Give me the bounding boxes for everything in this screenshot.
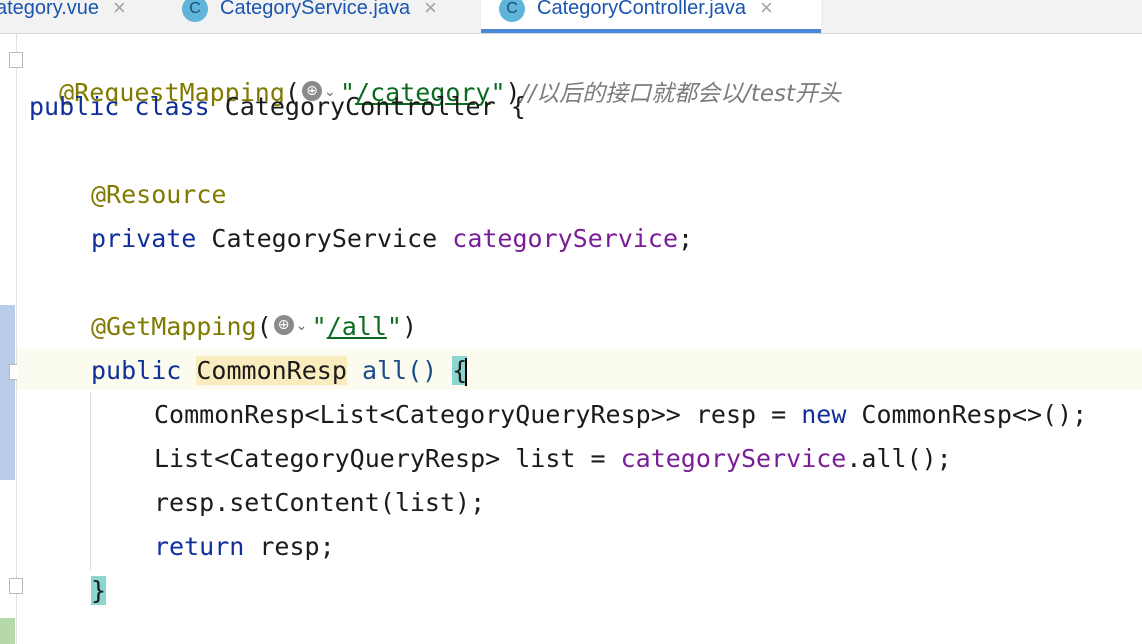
class-name: CategoryController: [224, 92, 496, 121]
paren: ): [401, 312, 418, 341]
type-name: CommonResp: [196, 356, 347, 385]
code-line-5[interactable]: private CategoryService categoryService;: [91, 224, 693, 254]
code-line-8[interactable]: public CommonResp all() {: [91, 356, 468, 386]
brace: {: [510, 92, 526, 121]
code-line-13[interactable]: }: [91, 576, 107, 606]
code-text: CommonResp<>();: [846, 400, 1088, 429]
code-line-10[interactable]: List<CategoryQueryResp> list = categoryS…: [154, 444, 952, 474]
indent-guide: [90, 392, 91, 570]
type-name: CategoryService: [211, 224, 438, 253]
code-line-7[interactable]: @GetMapping(⊕ ⌄ "/all"): [91, 312, 417, 342]
globe-icon: ⊕: [273, 315, 294, 335]
vcs-change-marker[interactable]: [0, 618, 15, 644]
tab-label: CategoryService.java: [220, 0, 411, 19]
tab-category-service[interactable]: C CategoryService.java ×: [168, 0, 478, 33]
fold-icon[interactable]: [9, 52, 23, 68]
tab-category-vue[interactable]: ategory.vue ×: [0, 0, 165, 33]
globe-icon[interactable]: ⊕ ⌄: [272, 313, 312, 339]
keyword: public: [29, 92, 120, 121]
semicolon: ;: [678, 224, 694, 253]
gutter-divider: [16, 34, 17, 644]
code-comment: //以后的接口就都会以/test开头: [520, 81, 842, 107]
annotation: @GetMapping: [91, 312, 257, 341]
annotation: @Resource: [91, 180, 227, 209]
paren: (: [256, 312, 272, 341]
keyword: public: [91, 356, 182, 385]
keyword: return: [154, 532, 245, 561]
close-icon[interactable]: ×: [113, 0, 126, 21]
keyword: class: [134, 92, 210, 121]
code-text: resp;: [244, 532, 335, 561]
field-name: categoryService: [452, 224, 679, 253]
method-name: all(): [361, 356, 438, 385]
editor-tab-bar: ategory.vue × C CategoryService.java × C…: [0, 0, 1142, 34]
code-text: CommonResp<List<CategoryQueryResp>> resp…: [154, 400, 802, 429]
brace-match: }: [91, 576, 107, 605]
code-line-2[interactable]: public class CategoryController {: [29, 92, 526, 122]
field-name: categoryService: [620, 444, 847, 473]
tab-label: ategory.vue: [0, 0, 100, 19]
code-line-4[interactable]: @Resource: [91, 180, 226, 210]
tab-label: CategoryController.java: [537, 0, 746, 19]
close-icon[interactable]: ×: [424, 0, 437, 21]
code-text: List<CategoryQueryResp> list =: [154, 444, 621, 473]
chevron-down-icon: ⌄: [295, 318, 308, 334]
code-line-12[interactable]: return resp;: [154, 532, 335, 562]
code-line-11[interactable]: resp.setContent(list);: [154, 488, 485, 518]
java-class-icon: C: [499, 0, 525, 22]
code-line-9[interactable]: CommonResp<List<CategoryQueryResp>> resp…: [154, 400, 1087, 430]
code-line-1[interactable]: @RequestMapping(⊕ ⌄ "/category")//以后的接口就都会…: [29, 48, 841, 107]
vcs-change-marker[interactable]: [0, 305, 15, 480]
code-text: resp.setContent(list);: [154, 488, 486, 517]
fold-icon[interactable]: [9, 578, 23, 594]
java-class-icon: C: [182, 0, 208, 22]
keyword: private: [91, 224, 197, 253]
keyword: new: [801, 400, 847, 429]
tab-category-controller[interactable]: C CategoryController.java ×: [481, 0, 821, 33]
string-literal: "/all": [311, 312, 402, 341]
code-text: .all();: [846, 444, 952, 473]
text-caret: [465, 358, 468, 386]
close-icon[interactable]: ×: [760, 0, 773, 21]
